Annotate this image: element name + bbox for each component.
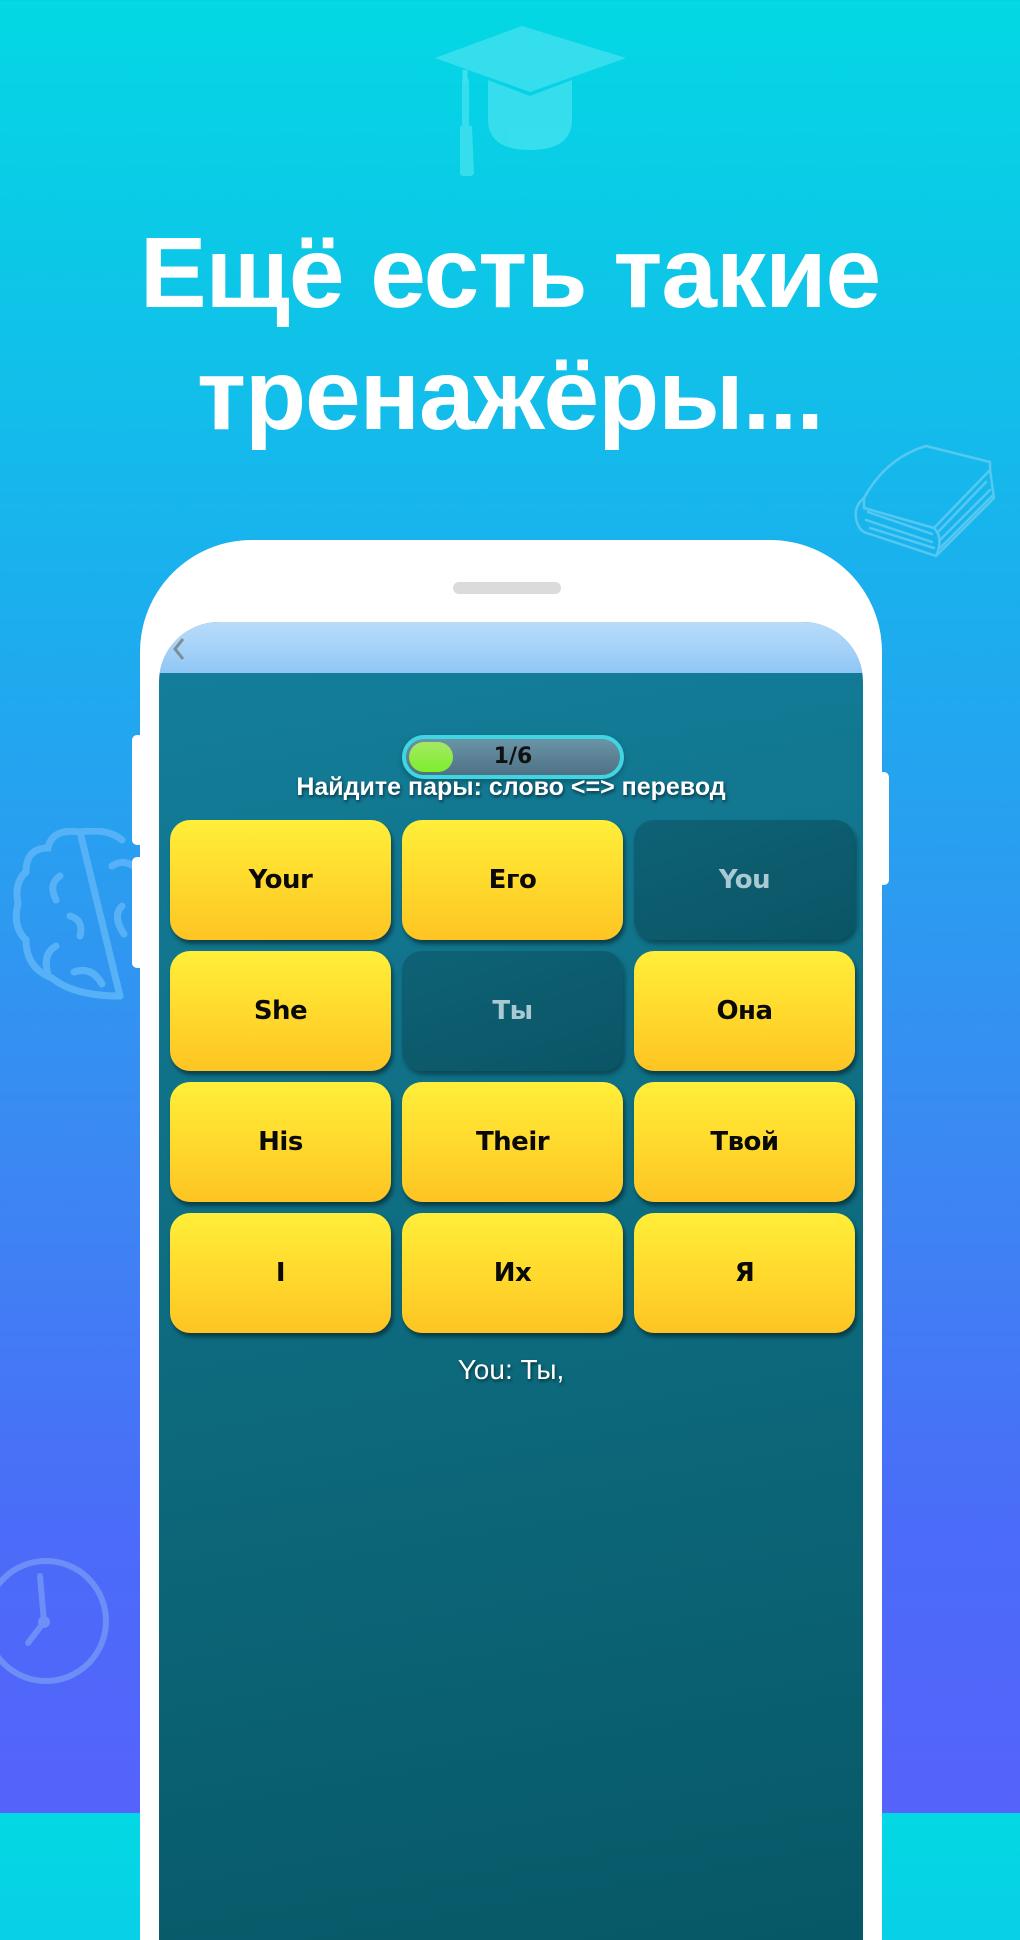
word-card[interactable]: Она [634,951,855,1071]
word-card[interactable]: His [170,1082,391,1202]
word-card-matched[interactable]: Ты [402,951,623,1071]
word-card[interactable]: Твой [634,1082,855,1202]
word-card-matched[interactable]: You [634,820,855,940]
app-header [159,622,863,673]
back-button[interactable] [167,634,191,664]
word-card[interactable]: Его [402,820,623,940]
graduation-cap-icon [435,26,626,176]
word-card[interactable]: Я [634,1213,855,1333]
match-feedback-text: You: Ты, [457,1354,565,1385]
word-card[interactable]: Их [402,1213,623,1333]
word-card-grid: Your Его You She Ты Она His Their Твой I… [170,820,856,1333]
app-screen: 1/6 Найдите пары: слово <=> перевод Your… [159,622,863,1940]
brain-icon [12,828,140,1000]
word-card[interactable]: Your [170,820,391,940]
phone-mockup: 1/6 Найдите пары: слово <=> перевод Your… [140,540,882,1940]
clock-icon [0,1558,109,1684]
headline-line-1: Ещё есть такие [139,217,881,329]
promo-headline: Ещё есть такие тренажёры... [0,212,1020,456]
phone-speaker [453,582,561,594]
headline-line-2: тренажёры... [196,339,824,451]
word-card[interactable]: She [170,951,391,1071]
word-card[interactable]: I [170,1213,391,1333]
word-card[interactable]: Their [402,1082,623,1202]
instruction-text: Найдите пары: слово <=> перевод [296,773,726,801]
chevron-left-icon [173,638,185,660]
